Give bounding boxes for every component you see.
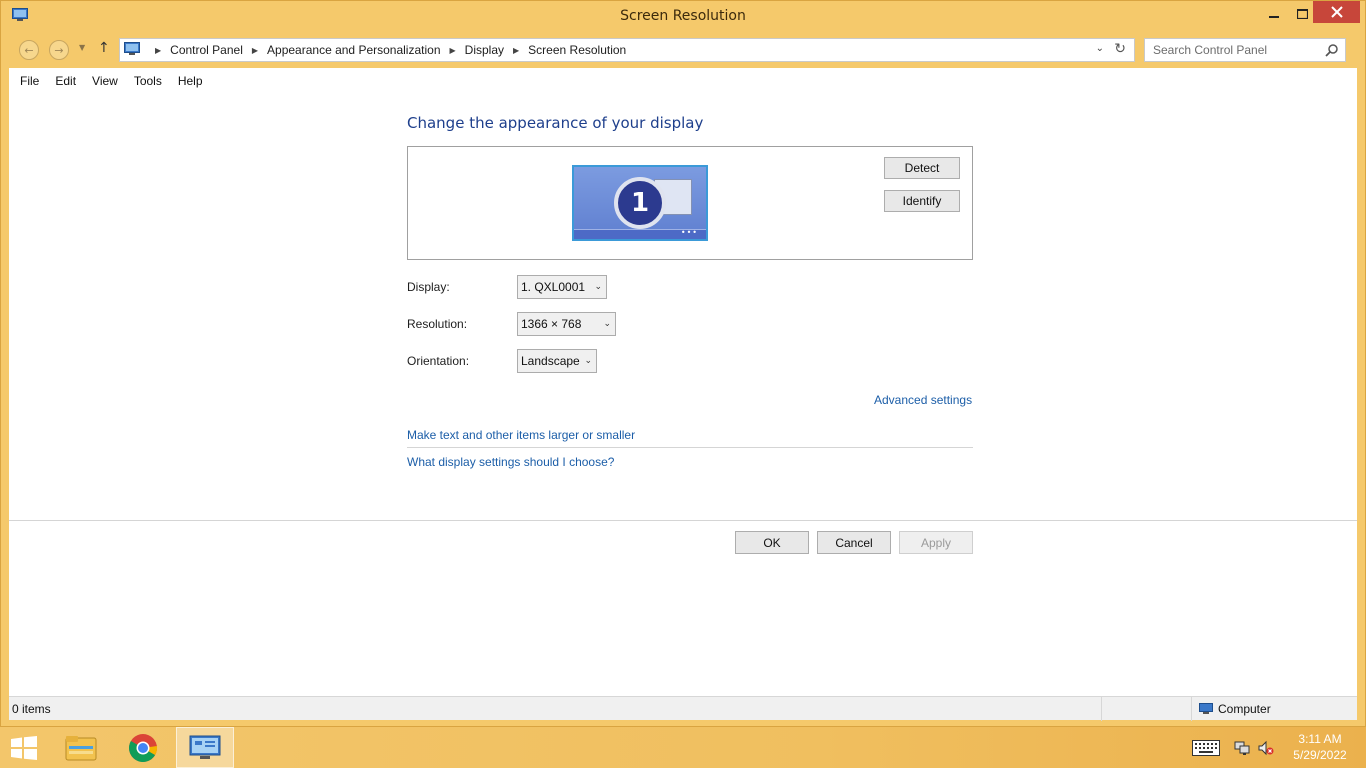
volume-muted-icon (1258, 740, 1274, 755)
status-bar: 0 items Computer (9, 696, 1357, 721)
keyboard-icon (1192, 739, 1220, 756)
items-count: 0 items (12, 702, 51, 716)
resolution-label: Resolution: (407, 317, 468, 331)
breadcrumb-separator-icon[interactable]: ▶ (252, 46, 258, 55)
text-size-link[interactable]: Make text and other items larger or smal… (407, 428, 635, 442)
monitor-1-preview[interactable]: 1 ••• (572, 165, 708, 241)
display-preview-panel: 1 ••• Detect Identify (407, 146, 973, 260)
divider (9, 520, 1357, 521)
clock-date: 5/29/2022 (1293, 748, 1347, 762)
page-title: Change the appearance of your display (407, 114, 704, 132)
menu-bar: File Edit View Tools Help (9, 68, 1357, 94)
resolution-select-value: 1366 × 768 (521, 317, 582, 331)
refresh-icon: ↻ (1114, 41, 1126, 57)
chrome-icon (129, 733, 158, 762)
breadcrumb-separator-icon[interactable]: ▶ (155, 46, 161, 55)
taskbar-chrome[interactable] (114, 727, 172, 768)
orientation-label: Orientation: (407, 354, 470, 368)
screen-resolution-window: Screen Resolution ← → ▼ ↑ ▶ Control Pane… (0, 0, 1366, 727)
chevron-down-icon: ⌄ (594, 281, 602, 291)
search-box[interactable] (1144, 38, 1346, 62)
file-explorer-icon (65, 735, 97, 760)
computer-icon (1199, 703, 1213, 714)
advanced-settings-link[interactable]: Advanced settings (874, 393, 972, 407)
forward-button[interactable]: → (49, 40, 69, 60)
identify-button[interactable]: Identify (884, 190, 960, 212)
windows-logo-icon[interactable] (10, 736, 38, 760)
breadcrumb: ▶ Control Panel ▶ Appearance and Persona… (146, 43, 626, 57)
chevron-down-icon: ⌄ (603, 318, 611, 328)
refresh-button[interactable]: ↻ (1114, 41, 1126, 57)
monitor-dots-icon: ••• (680, 228, 698, 237)
ok-button[interactable]: OK (735, 531, 809, 554)
breadcrumb-appearance[interactable]: Appearance and Personalization (267, 43, 440, 57)
orientation-select[interactable]: Landscape ⌄ (517, 349, 597, 373)
divider (1191, 697, 1192, 721)
close-icon (1330, 6, 1343, 18)
divider (1101, 697, 1102, 721)
divider (407, 447, 973, 448)
search-icon[interactable] (1325, 43, 1339, 57)
minimize-button[interactable] (1259, 3, 1289, 25)
maximize-icon (1296, 9, 1308, 19)
display-label: Display: (407, 280, 450, 294)
taskbar: 3:11 AM 5/29/2022 (0, 727, 1366, 768)
monitor-number-badge: 1 (614, 177, 666, 229)
menu-view[interactable]: View (87, 74, 123, 88)
recent-locations-button[interactable]: ▼ (79, 43, 85, 52)
detect-button[interactable]: Detect (884, 157, 960, 179)
forward-arrow-icon: → (54, 43, 64, 57)
up-button[interactable]: ↑ (98, 40, 110, 56)
taskbar-file-explorer[interactable] (52, 727, 110, 768)
display-help-link[interactable]: What display settings should I choose? (407, 455, 614, 469)
window-client-area: ← → ▼ ↑ ▶ Control Panel ▶ Appearance and… (9, 32, 1357, 721)
breadcrumb-display[interactable]: Display (465, 43, 504, 57)
menu-help[interactable]: Help (173, 74, 208, 88)
address-dropdown-button[interactable]: ⌄ (1096, 43, 1104, 54)
taskbar-control-panel[interactable] (176, 727, 234, 768)
navigation-bar: ← → ▼ ↑ ▶ Control Panel ▶ Appearance and… (9, 32, 1357, 68)
clock-time: 3:11 AM (1298, 732, 1342, 746)
chevron-down-icon: ⌄ (584, 355, 592, 365)
network-tray[interactable] (1232, 727, 1252, 768)
breadcrumb-control-panel[interactable]: Control Panel (170, 43, 243, 57)
orientation-select-value: Landscape (521, 354, 580, 368)
status-location: Computer (1199, 702, 1271, 716)
back-button[interactable]: ← (19, 40, 39, 60)
breadcrumb-separator-icon[interactable]: ▶ (450, 46, 456, 55)
display-select[interactable]: 1. QXL0001 ⌄ (517, 275, 607, 299)
keyboard-tray[interactable] (1190, 727, 1222, 768)
menu-tools[interactable]: Tools (129, 74, 167, 88)
system-clock[interactable]: 3:11 AM 5/29/2022 (1282, 731, 1358, 763)
main-content: Change the appearance of your display 1 … (9, 94, 1357, 696)
title-bar: Screen Resolution (1, 1, 1365, 33)
monitor-taskbar: ••• (574, 228, 706, 239)
search-input[interactable] (1153, 43, 1321, 57)
menu-file[interactable]: File (15, 74, 44, 88)
close-button[interactable] (1313, 1, 1360, 23)
apply-button[interactable]: Apply (899, 531, 973, 554)
network-icon (1234, 741, 1250, 755)
breadcrumb-screen-resolution[interactable]: Screen Resolution (528, 43, 626, 57)
status-location-label: Computer (1218, 702, 1271, 716)
control-panel-icon (189, 735, 221, 759)
up-arrow-icon: ↑ (98, 40, 110, 56)
control-panel-icon (124, 42, 140, 55)
display-select-value: 1. QXL0001 (521, 280, 586, 294)
breadcrumb-separator-icon[interactable]: ▶ (513, 46, 519, 55)
resolution-select[interactable]: 1366 × 768 ⌄ (517, 312, 616, 336)
cancel-button[interactable]: Cancel (817, 531, 891, 554)
address-bar[interactable]: ▶ Control Panel ▶ Appearance and Persona… (119, 38, 1135, 62)
window-title: Screen Resolution (620, 8, 746, 24)
minimize-icon (1269, 16, 1279, 18)
back-arrow-icon: ← (24, 43, 34, 57)
volume-tray[interactable] (1256, 727, 1276, 768)
menu-edit[interactable]: Edit (50, 74, 81, 88)
